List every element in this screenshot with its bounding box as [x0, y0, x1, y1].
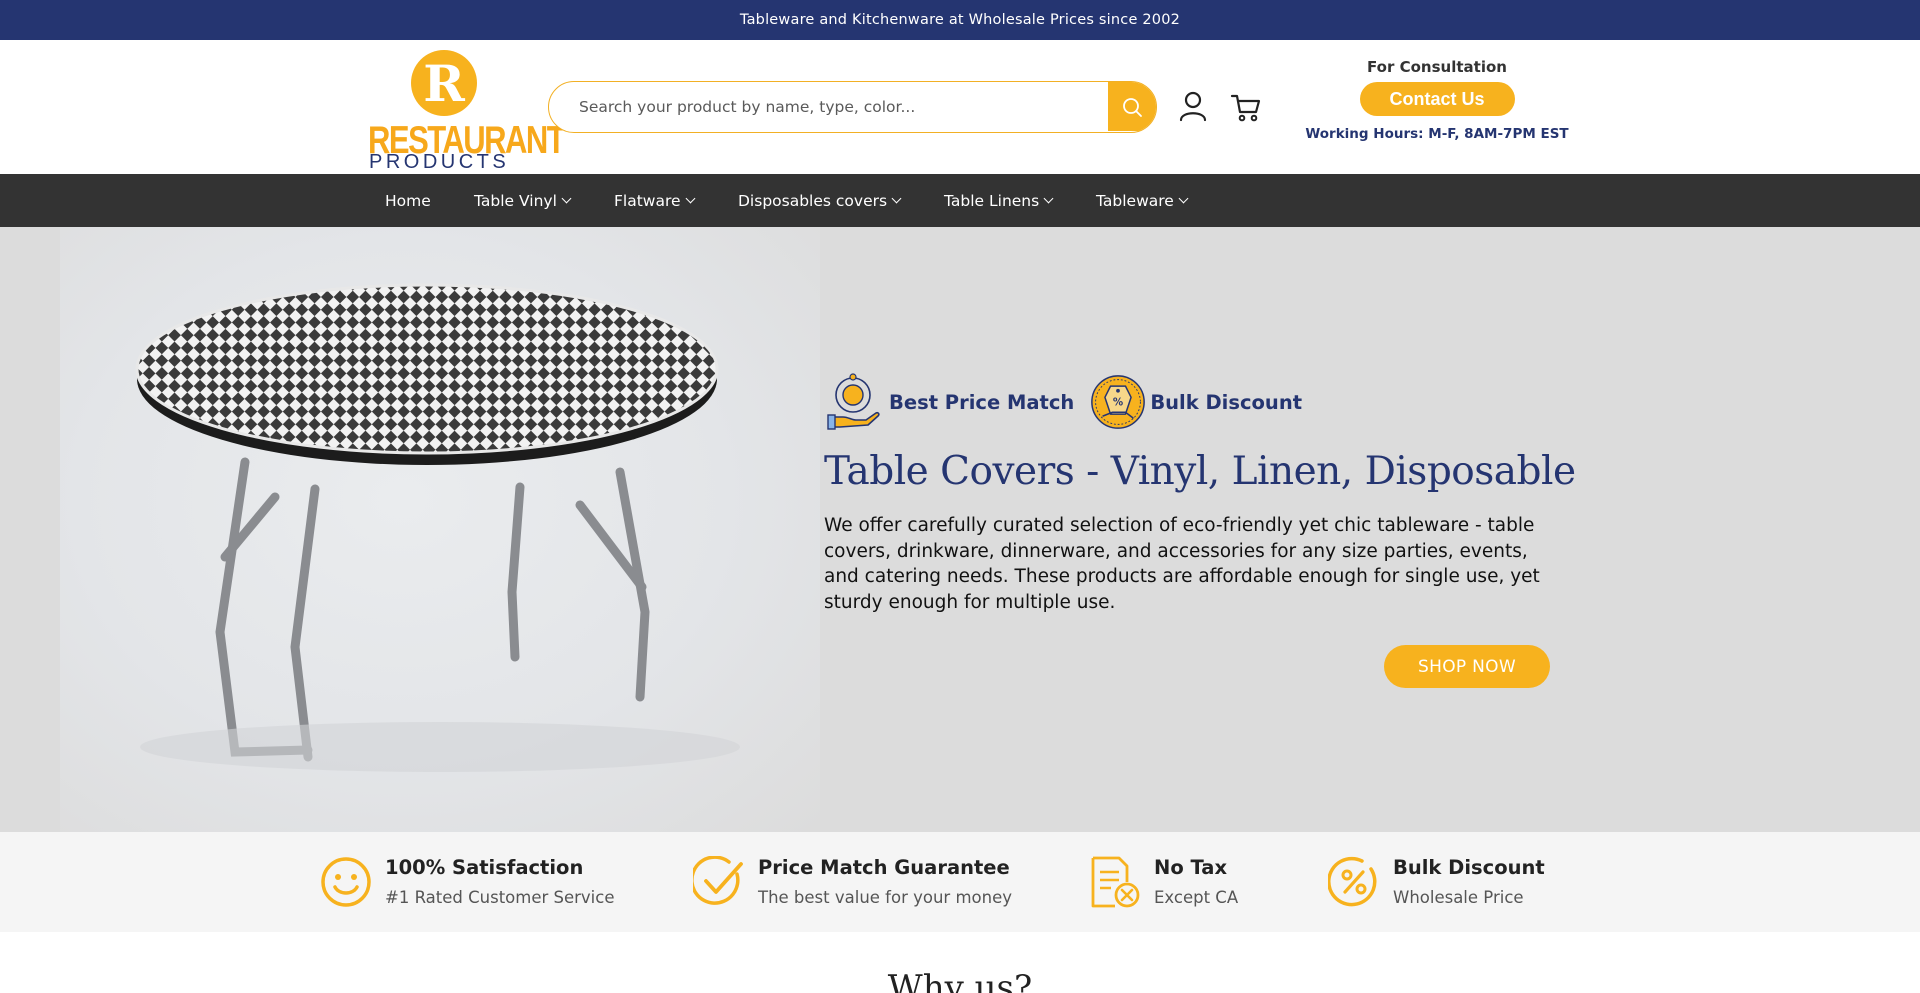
chevron-down-icon [561, 193, 572, 204]
logo-mark-letter: R [423, 53, 465, 113]
badge-best-price-match: Best Price Match [889, 390, 1075, 414]
search-button[interactable] [1108, 82, 1156, 131]
nav-item-flatware[interactable]: Flatware [614, 174, 695, 227]
price-match-icon [825, 371, 881, 433]
feature-title: 100% Satisfaction [385, 856, 584, 879]
chevron-down-icon [1043, 193, 1054, 204]
feature-title: Bulk Discount [1393, 856, 1545, 879]
nav-item-home[interactable]: Home [385, 174, 431, 227]
feature-subtitle: Wholesale Price [1393, 888, 1524, 907]
chevron-down-icon [1178, 193, 1189, 204]
percent-icon [1328, 856, 1377, 907]
hero-image [60, 227, 820, 832]
nav-item-label: Tableware [1096, 191, 1174, 210]
hero-banner: Best Price Match % Bulk Discount Table C… [0, 227, 1920, 832]
checkmark-icon [693, 856, 743, 905]
search-bar [548, 81, 1157, 133]
cart-icon[interactable] [1230, 91, 1262, 123]
main-nav: Home Table Vinyl Flatware Disposables co… [0, 174, 1920, 227]
logo-mark: R [411, 50, 477, 116]
nav-item-label: Table Linens [944, 191, 1040, 210]
site-header: R RESTAURANT PRODUCTS For Consultation C… [0, 40, 1920, 174]
feature-strip: 100% Satisfaction #1 Rated Customer Serv… [0, 832, 1920, 932]
feature-title: Price Match Guarantee [758, 856, 1010, 879]
account-icon[interactable] [1178, 90, 1208, 122]
badge-bulk-discount: Bulk Discount [1150, 390, 1303, 414]
shop-now-button[interactable]: SHOP NOW [1384, 645, 1550, 688]
smiley-icon [321, 857, 371, 907]
bulk-discount-tag-icon: % [1090, 371, 1146, 433]
contact-us-button[interactable]: Contact Us [1359, 82, 1515, 116]
hero-badges: Best Price Match % Bulk Discount [825, 371, 1302, 433]
hero-description: We offer carefully curated selection of … [824, 515, 1540, 613]
svg-text:%: % [1113, 397, 1123, 409]
table-illustration [135, 283, 740, 772]
announcement-bar: Tableware and Kitchenware at Wholesale P… [0, 0, 1920, 40]
nav-item-label: Home [385, 191, 431, 210]
consultation-label: For Consultation [1367, 58, 1507, 76]
chevron-down-icon [685, 193, 695, 204]
nav-item-tableware[interactable]: Tableware [1096, 174, 1189, 227]
chevron-down-icon [891, 193, 902, 204]
nav-item-label: Flatware [614, 191, 681, 210]
working-hours: Working Hours: M-F, 8AM-7PM EST [1305, 126, 1569, 142]
search-input[interactable] [579, 82, 1099, 131]
nav-item-table-linens[interactable]: Table Linens [944, 174, 1054, 227]
nav-item-label: Table Vinyl [474, 191, 557, 210]
section-heading-why-us: Why us? [887, 968, 1033, 993]
feature-title: No Tax [1154, 856, 1228, 879]
logo[interactable]: R RESTAURANT PRODUCTS [368, 50, 566, 173]
logo-wordmark-bottom: PRODUCTS [369, 151, 510, 173]
no-tax-document-icon [1091, 856, 1140, 908]
consultation-block: For Consultation Contact Us Working Hour… [1300, 58, 1574, 142]
feature-subtitle: #1 Rated Customer Service [385, 888, 615, 907]
nav-item-disposables-covers[interactable]: Disposables covers [738, 174, 902, 227]
announcement-text: Tableware and Kitchenware at Wholesale P… [739, 12, 1181, 28]
nav-item-label: Disposables covers [738, 191, 888, 210]
feature-subtitle: The best value for your money [758, 888, 1013, 907]
feature-subtitle: Except CA [1154, 888, 1239, 907]
hero-title: Table Covers - Vinyl, Linen, Disposable [824, 449, 1576, 494]
search-icon [1123, 97, 1142, 117]
nav-item-table-vinyl[interactable]: Table Vinyl [474, 174, 572, 227]
